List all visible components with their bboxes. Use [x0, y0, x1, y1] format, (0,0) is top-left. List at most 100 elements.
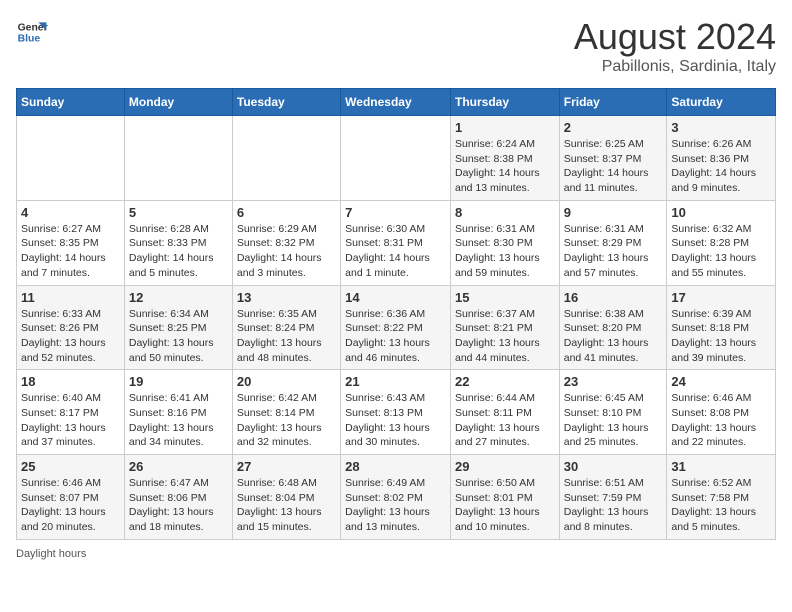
- day-number: 31: [671, 459, 771, 474]
- week-row-3: 11 Sunrise: 6:33 AM Sunset: 8:26 PM Dayli…: [17, 285, 776, 370]
- calendar-cell: 29 Sunrise: 6:50 AM Sunset: 8:01 PM Dayli…: [450, 455, 559, 540]
- day-header-tuesday: Tuesday: [232, 89, 340, 116]
- day-info: Sunrise: 6:28 AM Sunset: 8:33 PM Dayligh…: [129, 222, 228, 281]
- calendar-cell: 26 Sunrise: 6:47 AM Sunset: 8:06 PM Dayli…: [124, 455, 232, 540]
- day-info: Sunrise: 6:29 AM Sunset: 8:32 PM Dayligh…: [237, 222, 336, 281]
- day-info: Sunrise: 6:50 AM Sunset: 8:01 PM Dayligh…: [455, 476, 555, 535]
- day-number: 23: [564, 374, 663, 389]
- calendar-body: 1 Sunrise: 6:24 AM Sunset: 8:38 PM Daylig…: [17, 116, 776, 540]
- calendar-cell: 30 Sunrise: 6:51 AM Sunset: 7:59 PM Dayli…: [559, 455, 667, 540]
- week-row-5: 25 Sunrise: 6:46 AM Sunset: 8:07 PM Dayli…: [17, 455, 776, 540]
- calendar-cell: 4 Sunrise: 6:27 AM Sunset: 8:35 PM Daylig…: [17, 200, 125, 285]
- day-number: 13: [237, 290, 336, 305]
- day-info: Sunrise: 6:35 AM Sunset: 8:24 PM Dayligh…: [237, 307, 336, 366]
- day-info: Sunrise: 6:30 AM Sunset: 8:31 PM Dayligh…: [345, 222, 446, 281]
- calendar-cell: [124, 116, 232, 201]
- day-info: Sunrise: 6:25 AM Sunset: 8:37 PM Dayligh…: [564, 137, 663, 196]
- calendar-cell: 23 Sunrise: 6:45 AM Sunset: 8:10 PM Dayli…: [559, 370, 667, 455]
- day-info: Sunrise: 6:31 AM Sunset: 8:29 PM Dayligh…: [564, 222, 663, 281]
- day-number: 7: [345, 205, 446, 220]
- logo: General Blue: [16, 16, 48, 48]
- day-number: 27: [237, 459, 336, 474]
- day-number: 8: [455, 205, 555, 220]
- page-header: General Blue August 2024 Pabillonis, Sar…: [16, 16, 776, 76]
- day-header-saturday: Saturday: [667, 89, 776, 116]
- day-number: 26: [129, 459, 228, 474]
- calendar-cell: 17Sunrise: 6:39 AM Sunset: 8:18 PM Dayli…: [667, 285, 776, 370]
- day-number: 5: [129, 205, 228, 220]
- calendar-table: SundayMondayTuesdayWednesdayThursdayFrid…: [16, 88, 776, 540]
- day-info: Sunrise: 6:43 AM Sunset: 8:13 PM Dayligh…: [345, 391, 446, 450]
- footer: Daylight hours: [16, 548, 776, 560]
- calendar-cell: 20Sunrise: 6:42 AM Sunset: 8:14 PM Dayli…: [232, 370, 340, 455]
- day-number: 25: [21, 459, 120, 474]
- calendar-cell: 6 Sunrise: 6:29 AM Sunset: 8:32 PM Daylig…: [232, 200, 340, 285]
- day-info: Sunrise: 6:51 AM Sunset: 7:59 PM Dayligh…: [564, 476, 663, 535]
- calendar-cell: 21 Sunrise: 6:43 AM Sunset: 8:13 PM Dayli…: [341, 370, 451, 455]
- calendar-cell: 7 Sunrise: 6:30 AM Sunset: 8:31 PM Daylig…: [341, 200, 451, 285]
- day-number: 19: [129, 374, 228, 389]
- day-info: Sunrise: 6:52 AM Sunset: 7:58 PM Dayligh…: [671, 476, 771, 535]
- day-number: 2: [564, 120, 663, 135]
- day-number: 11: [21, 290, 120, 305]
- calendar-cell: 9Sunrise: 6:31 AM Sunset: 8:29 PM Daylig…: [559, 200, 667, 285]
- day-info: Sunrise: 6:27 AM Sunset: 8:35 PM Dayligh…: [21, 222, 120, 281]
- day-number: 14: [345, 290, 446, 305]
- calendar-cell: 24Sunrise: 6:46 AM Sunset: 8:08 PM Dayli…: [667, 370, 776, 455]
- calendar-cell: 1 Sunrise: 6:24 AM Sunset: 8:38 PM Daylig…: [450, 116, 559, 201]
- calendar-cell: 19 Sunrise: 6:41 AM Sunset: 8:16 PM Dayli…: [124, 370, 232, 455]
- day-info: Sunrise: 6:47 AM Sunset: 8:06 PM Dayligh…: [129, 476, 228, 535]
- day-info: Sunrise: 6:46 AM Sunset: 8:07 PM Dayligh…: [21, 476, 120, 535]
- calendar-cell: [232, 116, 340, 201]
- day-info: Sunrise: 6:45 AM Sunset: 8:10 PM Dayligh…: [564, 391, 663, 450]
- day-info: Sunrise: 6:37 AM Sunset: 8:21 PM Dayligh…: [455, 307, 555, 366]
- day-number: 1: [455, 120, 555, 135]
- calendar-cell: 28 Sunrise: 6:49 AM Sunset: 8:02 PM Dayli…: [341, 455, 451, 540]
- calendar-header-row: SundayMondayTuesdayWednesdayThursdayFrid…: [17, 89, 776, 116]
- day-number: 15: [455, 290, 555, 305]
- calendar-cell: 25 Sunrise: 6:46 AM Sunset: 8:07 PM Dayli…: [17, 455, 125, 540]
- day-number: 17: [671, 290, 771, 305]
- day-info: Sunrise: 6:49 AM Sunset: 8:02 PM Dayligh…: [345, 476, 446, 535]
- day-number: 28: [345, 459, 446, 474]
- day-number: 24: [671, 374, 771, 389]
- day-info: Sunrise: 6:32 AM Sunset: 8:28 PM Dayligh…: [671, 222, 771, 281]
- calendar-cell: 3Sunrise: 6:26 AM Sunset: 8:36 PM Daylig…: [667, 116, 776, 201]
- calendar-cell: [17, 116, 125, 201]
- day-number: 21: [345, 374, 446, 389]
- calendar-cell: 13 Sunrise: 6:35 AM Sunset: 8:24 PM Dayli…: [232, 285, 340, 370]
- calendar-cell: 31 Sunrise: 6:52 AM Sunset: 7:58 PM Dayli…: [667, 455, 776, 540]
- day-number: 12: [129, 290, 228, 305]
- calendar-cell: 10Sunrise: 6:32 AM Sunset: 8:28 PM Dayli…: [667, 200, 776, 285]
- calendar-cell: 22 Sunrise: 6:44 AM Sunset: 8:11 PM Dayli…: [450, 370, 559, 455]
- day-number: 6: [237, 205, 336, 220]
- week-row-2: 4 Sunrise: 6:27 AM Sunset: 8:35 PM Daylig…: [17, 200, 776, 285]
- svg-text:Blue: Blue: [18, 34, 41, 45]
- main-title: August 2024: [574, 16, 776, 58]
- day-header-monday: Monday: [124, 89, 232, 116]
- day-header-wednesday: Wednesday: [341, 89, 451, 116]
- calendar-cell: 14 Sunrise: 6:36 AM Sunset: 8:22 PM Dayli…: [341, 285, 451, 370]
- day-number: 22: [455, 374, 555, 389]
- calendar-cell: 8Sunrise: 6:31 AM Sunset: 8:30 PM Daylig…: [450, 200, 559, 285]
- day-number: 29: [455, 459, 555, 474]
- day-header-friday: Friday: [559, 89, 667, 116]
- calendar-cell: 12 Sunrise: 6:34 AM Sunset: 8:25 PM Dayli…: [124, 285, 232, 370]
- day-number: 20: [237, 374, 336, 389]
- day-info: Sunrise: 6:36 AM Sunset: 8:22 PM Dayligh…: [345, 307, 446, 366]
- calendar-cell: 27Sunrise: 6:48 AM Sunset: 8:04 PM Dayli…: [232, 455, 340, 540]
- day-number: 30: [564, 459, 663, 474]
- calendar-cell: 11 Sunrise: 6:33 AM Sunset: 8:26 PM Dayli…: [17, 285, 125, 370]
- day-info: Sunrise: 6:44 AM Sunset: 8:11 PM Dayligh…: [455, 391, 555, 450]
- day-info: Sunrise: 6:33 AM Sunset: 8:26 PM Dayligh…: [21, 307, 120, 366]
- day-info: Sunrise: 6:24 AM Sunset: 8:38 PM Dayligh…: [455, 137, 555, 196]
- calendar-cell: 2 Sunrise: 6:25 AM Sunset: 8:37 PM Daylig…: [559, 116, 667, 201]
- day-info: Sunrise: 6:34 AM Sunset: 8:25 PM Dayligh…: [129, 307, 228, 366]
- title-block: August 2024 Pabillonis, Sardinia, Italy: [574, 16, 776, 76]
- day-number: 4: [21, 205, 120, 220]
- day-info: Sunrise: 6:41 AM Sunset: 8:16 PM Dayligh…: [129, 391, 228, 450]
- calendar-cell: [341, 116, 451, 201]
- day-header-sunday: Sunday: [17, 89, 125, 116]
- day-info: Sunrise: 6:38 AM Sunset: 8:20 PM Dayligh…: [564, 307, 663, 366]
- calendar-cell: 16Sunrise: 6:38 AM Sunset: 8:20 PM Dayli…: [559, 285, 667, 370]
